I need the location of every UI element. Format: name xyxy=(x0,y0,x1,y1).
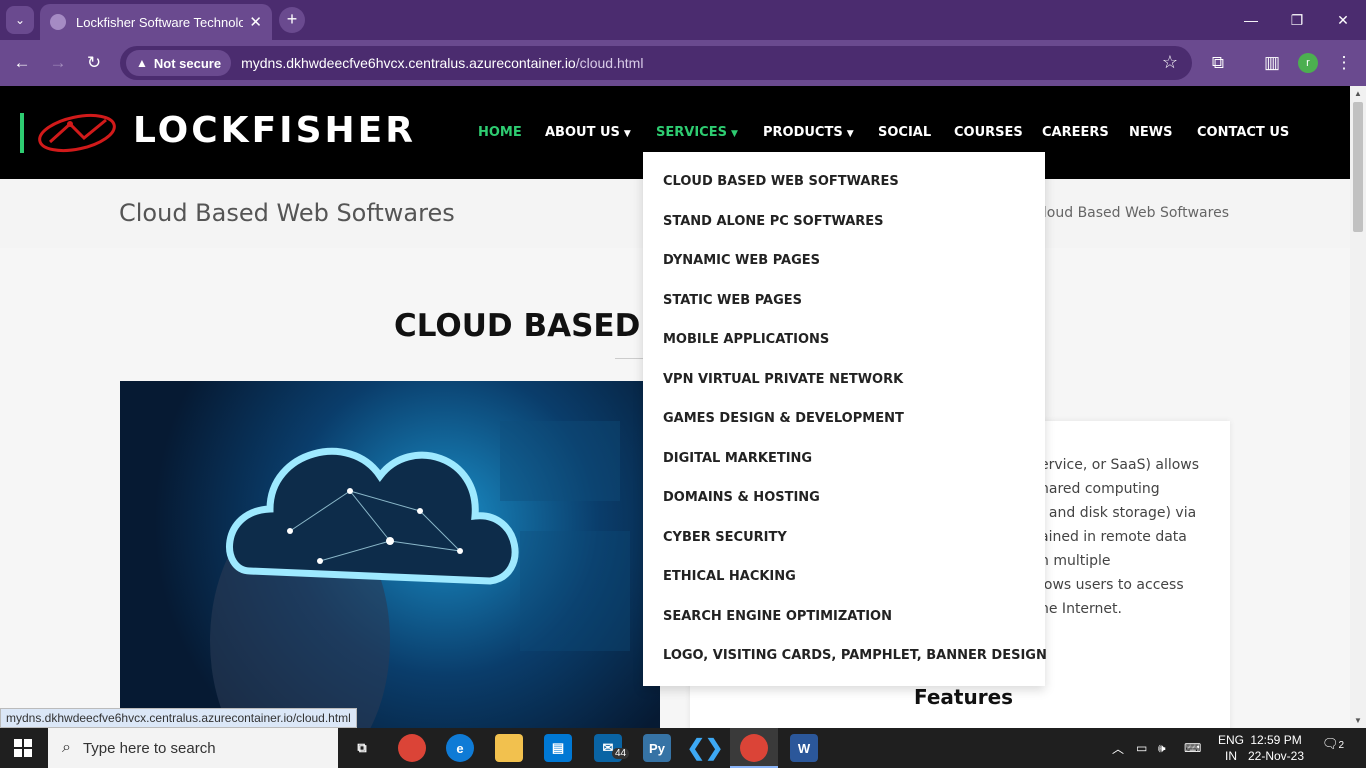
volume-icon[interactable]: 🕪 xyxy=(1158,728,1166,768)
nav-social[interactable]: SOCIAL xyxy=(878,125,931,140)
browser-tab-strip: ⌄ Lockfisher Software Technolog ✕ + — ❐ … xyxy=(0,0,1366,40)
body-line: ained in remote data xyxy=(1040,529,1187,545)
store-icon[interactable]: ▤ xyxy=(544,734,572,762)
security-chip[interactable]: ▲ Not secure xyxy=(126,50,232,76)
close-icon[interactable]: ✕ xyxy=(249,13,262,31)
nav-contact-us[interactable]: CONTACT US xyxy=(1197,125,1289,140)
close-window-button[interactable]: ✕ xyxy=(1320,0,1366,40)
show-hidden-icons[interactable]: ︿ xyxy=(1112,728,1124,768)
extensions-icon[interactable]: ⧉ xyxy=(1204,49,1232,77)
menu-item-domains-hosting[interactable]: DOMAINS & HOSTING xyxy=(663,490,820,505)
lockfisher-logo-icon[interactable] xyxy=(36,112,118,154)
chrome-profile-icon[interactable] xyxy=(740,734,768,762)
chevron-down-icon: ▼ xyxy=(730,129,738,139)
body-line: lows users to access xyxy=(1040,577,1184,593)
breadcrumb-current: Cloud Based Web Softwares xyxy=(1033,205,1229,221)
menu-item-seo[interactable]: SEARCH ENGINE OPTIMIZATION xyxy=(663,609,892,624)
menu-item-digital-marketing[interactable]: DIGITAL MARKETING xyxy=(663,451,812,466)
cloud-hero-image xyxy=(120,381,660,728)
logo-text[interactable]: LOCKFISHER xyxy=(133,110,416,151)
body-line: n multiple xyxy=(1040,553,1111,569)
browser-tab[interactable]: Lockfisher Software Technolog ✕ xyxy=(40,4,272,40)
menu-item-mobile-applications[interactable]: MOBILE APPLICATIONS xyxy=(663,332,829,347)
services-dropdown-menu: CLOUD BASED WEB SOFTWARES STAND ALONE PC… xyxy=(643,152,1047,686)
back-arrow-icon[interactable]: ← xyxy=(8,49,36,77)
tab-title: Lockfisher Software Technolog xyxy=(76,14,244,30)
nav-about-us[interactable]: ABOUT US ▼ xyxy=(545,125,631,140)
body-line: ervice, or SaaS) allows xyxy=(1040,457,1200,473)
word-icon[interactable]: W xyxy=(790,734,818,762)
scrollbar-thumb[interactable] xyxy=(1353,102,1363,232)
battery-icon[interactable]: ▭ xyxy=(1136,728,1147,768)
page-scrollbar[interactable]: ▲ ▼ xyxy=(1350,86,1366,728)
security-label: Not secure xyxy=(153,55,222,71)
tab-search-button[interactable]: ⌄ xyxy=(6,6,34,34)
search-icon: ⌕ xyxy=(62,739,71,756)
body-line: hared computing xyxy=(1040,481,1160,497)
nav-news[interactable]: NEWS xyxy=(1129,125,1172,140)
file-explorer-icon[interactable] xyxy=(495,734,523,762)
nav-services[interactable]: SERVICES ▼ xyxy=(656,125,738,140)
nav-products[interactable]: PRODUCTS ▼ xyxy=(763,125,854,140)
mail-badge: 44 xyxy=(612,748,630,759)
search-placeholder: Type here to search xyxy=(82,739,216,757)
body-line: he Internet. xyxy=(1040,601,1122,617)
address-bar[interactable]: ▲ Not secure mydns.dkhwdeecfve6hvcx.cent… xyxy=(120,46,1192,80)
menu-item-cyber-security[interactable]: CYBER SECURITY xyxy=(663,530,787,545)
url-text: mydns.dkhwdeecfve6hvcx.centralus.azureco… xyxy=(241,55,644,71)
profile-avatar[interactable]: r xyxy=(1298,53,1318,73)
reload-icon[interactable]: ↻ xyxy=(80,49,108,77)
task-view-icon[interactable]: ⧉ xyxy=(348,734,376,762)
bookmark-star-icon[interactable]: ☆ xyxy=(1162,52,1178,73)
menu-item-games-design[interactable]: GAMES DESIGN & DEVELOPMENT xyxy=(663,411,904,426)
chevron-down-icon: ▼ xyxy=(846,129,854,139)
body-line: , and disk storage) via xyxy=(1040,505,1197,521)
chevron-down-icon: ▼ xyxy=(623,129,631,139)
python-icon[interactable]: Py xyxy=(643,734,671,762)
section-heading: CLOUD BASED xyxy=(394,308,641,344)
menu-item-logo-design[interactable]: LOGO, VISITING CARDS, PAMPHLET, BANNER D… xyxy=(663,648,1047,663)
menu-item-cloud-based-web-softwares[interactable]: CLOUD BASED WEB SOFTWARES xyxy=(663,174,899,189)
menu-item-ethical-hacking[interactable]: ETHICAL HACKING xyxy=(663,569,796,584)
browser-toolbar: ← → ↻ ▲ Not secure mydns.dkhwdeecfve6hvc… xyxy=(0,40,1366,86)
menu-item-static-web-pages[interactable]: STATIC WEB PAGES xyxy=(663,293,802,308)
taskbar-search-box[interactable]: ⌕ Type here to search xyxy=(48,728,338,768)
scroll-up-icon[interactable]: ▲ xyxy=(1354,89,1362,98)
side-panel-icon[interactable]: ▥ xyxy=(1258,49,1286,77)
notification-icon[interactable]: 🗨2 xyxy=(1322,736,1344,752)
page-viewport: LOCKFISHER HOME ABOUT US ▼ SERVICES ▼ PROD… xyxy=(0,86,1350,728)
nav-careers[interactable]: CAREERS xyxy=(1042,125,1109,140)
page-title: Cloud Based Web Softwares xyxy=(119,199,455,227)
new-tab-button[interactable]: + xyxy=(279,7,305,33)
minimize-button[interactable]: — xyxy=(1228,0,1274,40)
menu-item-vpn[interactable]: VPN VIRTUAL PRIVATE NETWORK xyxy=(663,372,903,387)
scroll-down-icon[interactable]: ▼ xyxy=(1354,716,1362,725)
windows-taskbar: ⌕ Type here to search ⧉ e ▤ ✉ 44 Py ❮❯ W… xyxy=(0,728,1366,768)
features-heading: Features xyxy=(914,685,1014,709)
forward-arrow-icon[interactable]: → xyxy=(44,49,72,77)
system-clock[interactable]: 12:59 PM 22-Nov-23 xyxy=(1248,732,1304,764)
nav-courses[interactable]: COURSES xyxy=(954,125,1023,140)
language-indicator[interactable]: ENG IN xyxy=(1218,732,1244,764)
chevron-down-icon: ⌄ xyxy=(14,13,26,27)
logo-accent-bar xyxy=(20,113,24,153)
warning-icon: ▲ xyxy=(136,56,148,70)
keyboard-icon[interactable]: ⌨ xyxy=(1184,728,1201,768)
vscode-icon[interactable]: ❮❯ xyxy=(687,734,723,762)
favicon-icon xyxy=(50,14,66,30)
windows-start-icon[interactable] xyxy=(14,739,32,757)
restore-button[interactable]: ❐ xyxy=(1274,0,1320,40)
chrome-app-icon[interactable] xyxy=(398,734,426,762)
edge-icon[interactable]: e xyxy=(446,734,474,762)
menu-item-stand-alone-pc-softwares[interactable]: STAND ALONE PC SOFTWARES xyxy=(663,214,884,229)
nav-home[interactable]: HOME xyxy=(478,125,522,140)
menu-kebab-icon[interactable]: ⋮ xyxy=(1330,49,1358,77)
menu-item-dynamic-web-pages[interactable]: DYNAMIC WEB PAGES xyxy=(663,253,820,268)
status-bar-url: mydns.dkhwdeecfve6hvcx.centralus.azureco… xyxy=(0,708,357,728)
